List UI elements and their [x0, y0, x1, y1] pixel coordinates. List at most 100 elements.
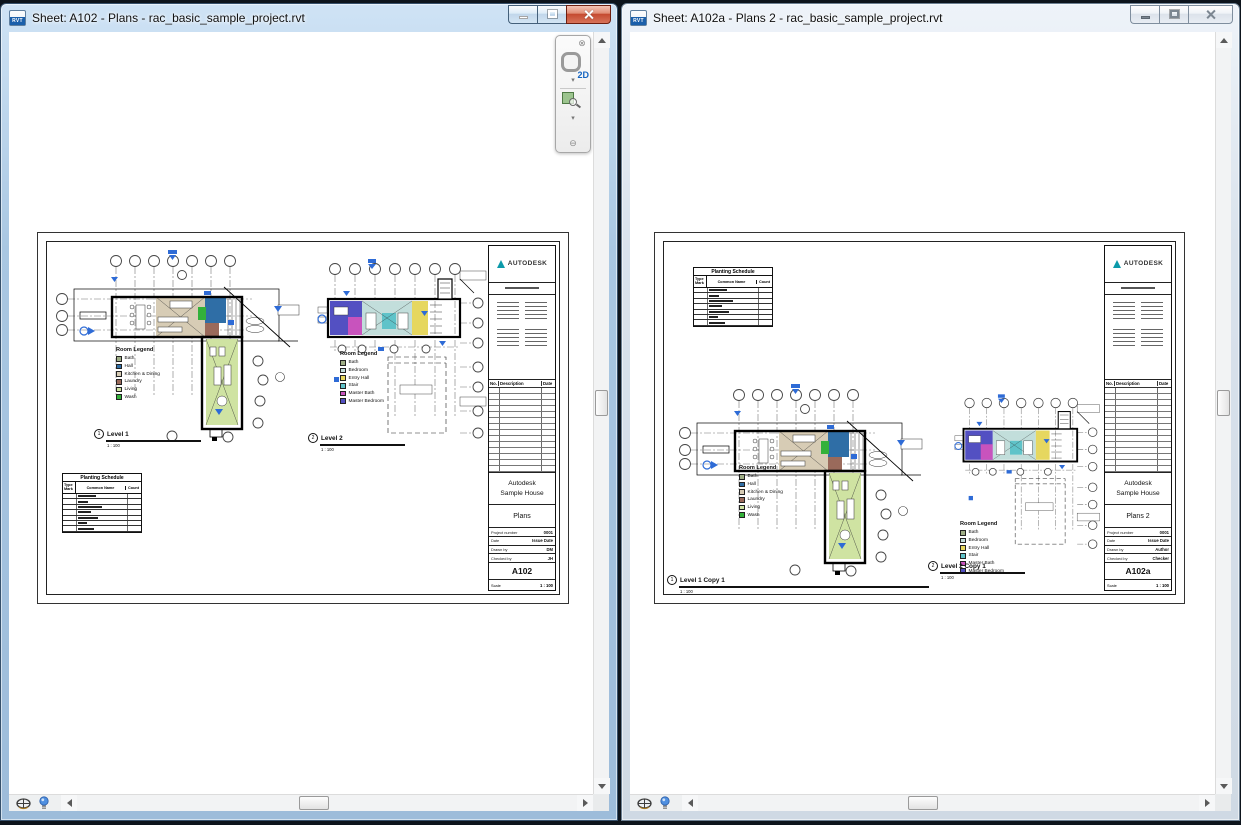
legend-swatch [116, 356, 122, 362]
legend-item: Laundry [116, 379, 180, 385]
steering-wheel-button[interactable]: 2D [561, 52, 585, 76]
title-block: AUTODESK No. Description Date Autodesk S [1104, 245, 1172, 591]
scroll-left-button[interactable] [61, 795, 77, 811]
legend-item: Bedroom [340, 368, 404, 374]
scroll-up-button[interactable] [1216, 32, 1232, 48]
titlebar[interactable]: RVT Sheet: A102 - Plans - rac_basic_samp… [1, 4, 617, 32]
minimize-icon [519, 16, 528, 19]
legend-swatch [739, 474, 745, 480]
legend-item: Kitchen & Dining [739, 489, 803, 495]
sheet-paper-a102a[interactable]: Planting Schedule Type Mark Common Name … [654, 232, 1185, 604]
autodesk-logo: AUTODESK [489, 246, 555, 283]
consultant-blocks [489, 295, 555, 380]
scroll-up-button[interactable] [594, 32, 610, 48]
legend-swatch [340, 391, 346, 397]
legend-item: Stair [340, 383, 404, 389]
scroll-right-button[interactable] [1199, 795, 1215, 811]
vertical-scroll-thumb[interactable] [595, 390, 608, 416]
scroll-down-button[interactable] [594, 778, 610, 794]
zoom-region-button[interactable] [562, 92, 584, 114]
legend-item: Hall [116, 364, 180, 370]
close-icon [583, 9, 594, 20]
scroll-right-button[interactable] [577, 795, 593, 811]
view-title-level2-copy: 2Level 2 Copy 1 1 : 100 [928, 561, 1025, 580]
planting-schedule: Planting Schedule Type Mark Common Name … [62, 473, 142, 533]
legend-item: Wash [116, 394, 180, 400]
legend-swatch [739, 505, 745, 511]
legend-item: Bath [340, 360, 404, 366]
restore-button[interactable] [1159, 5, 1188, 24]
legend-item: Master Bedroom [340, 398, 404, 404]
legend-swatch [116, 379, 122, 385]
close-button[interactable] [1188, 5, 1233, 24]
magnifier-icon [569, 98, 577, 106]
rvt-file-icon: RVT [630, 10, 647, 26]
legend-swatch [960, 545, 966, 551]
lightbulb-icon[interactable] [39, 796, 49, 810]
scroll-left-button[interactable] [682, 795, 698, 811]
consultant-address-line [489, 283, 555, 296]
legend-swatch [340, 360, 346, 366]
titlebar[interactable]: RVT Sheet: A102a - Plans 2 - rac_basic_s… [622, 4, 1239, 32]
horizontal-scrollbar[interactable] [682, 795, 1215, 811]
project-name: Sample House [500, 490, 543, 497]
navbar-close-icon[interactable]: ⊗ [577, 38, 587, 48]
room-legend-level1: Room Legend Bath Hall Kitchen & Dining L… [739, 465, 803, 520]
steering-wheel-mini-icon[interactable] [15, 797, 32, 810]
schedule-rows [694, 288, 772, 326]
restore-button[interactable] [537, 5, 566, 24]
legend-item: Living [116, 387, 180, 393]
legend-item: Bedroom [960, 538, 1024, 544]
drawing-canvas[interactable]: Planting Schedule Type Mark Common Name … [630, 32, 1215, 794]
legend-swatch [739, 482, 745, 488]
autodesk-logo: AUTODESK [1105, 246, 1171, 283]
minimize-icon [1141, 16, 1150, 19]
legend-swatch [960, 553, 966, 559]
legend-swatch [960, 538, 966, 544]
view-title-level1-copy: 1Level 1 Copy 1 1 : 100 [667, 575, 929, 594]
rvt-file-icon: RVT [9, 10, 26, 26]
window-sheet-a102a: RVT Sheet: A102a - Plans 2 - rac_basic_s… [621, 3, 1240, 821]
window-title: Sheet: A102a - Plans 2 - rac_basic_sampl… [653, 11, 1122, 25]
minimize-button[interactable] [1130, 5, 1159, 24]
legend-item: Bath [116, 356, 180, 362]
legend-item: Living [739, 505, 803, 511]
horizontal-scroll-thumb[interactable] [299, 796, 329, 810]
scrollbar-corner [1215, 794, 1231, 811]
schedule-rows [63, 494, 141, 532]
legend-swatch [116, 387, 122, 393]
steering-wheel-mini-icon[interactable] [636, 797, 653, 810]
room-legend-level2: Room Legend Bath Bedroom Entry Hall Stai… [340, 351, 404, 406]
sheet-number: A102a [1105, 563, 1171, 580]
close-button[interactable] [566, 5, 611, 24]
sheet-paper-a102[interactable]: Room Legend Bath Hall Kitchen & Dining L… [37, 232, 569, 604]
navigation-bar: ⊗ 2D ▾ ▾ ⊖ [555, 35, 591, 153]
horizontal-scroll-thumb[interactable] [908, 796, 938, 810]
navbar-collapse-icon[interactable]: ⊖ [569, 138, 577, 149]
revision-table: No. Description Date [1105, 380, 1171, 472]
drawing-canvas[interactable]: Room Legend Bath Hall Kitchen & Dining L… [9, 32, 593, 794]
legend-swatch [739, 512, 745, 518]
vertical-scroll-thumb[interactable] [1217, 390, 1230, 416]
scroll-down-button[interactable] [1216, 778, 1232, 794]
consultant-blocks [1105, 295, 1171, 380]
vertical-scrollbar[interactable] [593, 32, 609, 794]
zoom-options-chevron[interactable]: ▾ [556, 114, 590, 124]
legend-item: Master Bath [340, 391, 404, 397]
legend-swatch [116, 394, 122, 400]
scrollbar-corner [593, 794, 609, 811]
legend-swatch [739, 489, 745, 495]
steering-wheel-icon [561, 52, 581, 72]
navbar-divider [560, 88, 586, 89]
legend-swatch [340, 368, 346, 374]
legend-item: Laundry [739, 497, 803, 503]
legend-item: Hall [739, 482, 803, 488]
view-title-level2: 2Level 2 1 : 100 [308, 433, 405, 452]
vertical-scrollbar[interactable] [1215, 32, 1231, 794]
minimize-button[interactable] [508, 5, 537, 24]
lightbulb-icon[interactable] [660, 796, 670, 810]
legend-swatch [340, 383, 346, 389]
horizontal-scrollbar[interactable] [61, 795, 593, 811]
consultant-address-line [1105, 283, 1171, 296]
window-sheet-a102: RVT Sheet: A102 - Plans - rac_basic_samp… [0, 3, 618, 821]
